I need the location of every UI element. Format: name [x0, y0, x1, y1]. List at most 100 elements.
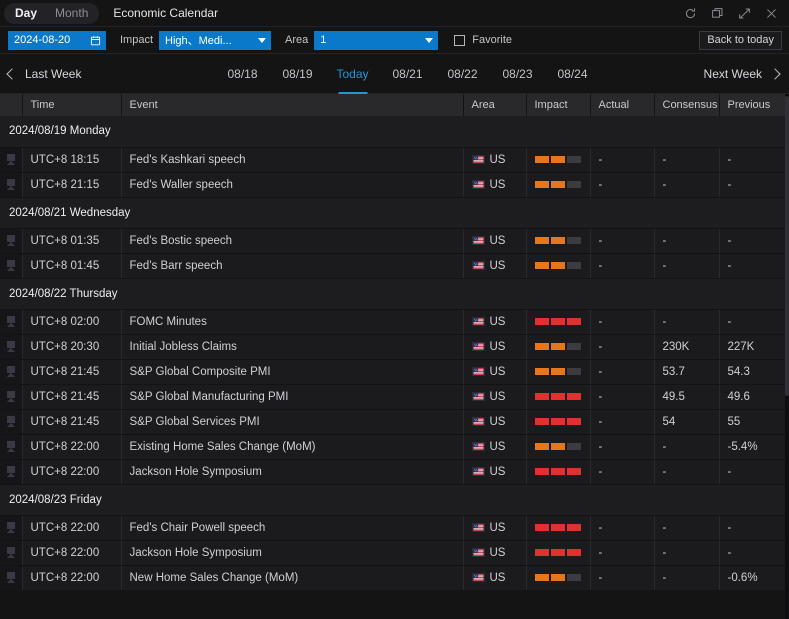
- column-header-consensus[interactable]: Consensus: [654, 94, 719, 116]
- cell-event[interactable]: Jackson Hole Symposium: [121, 459, 463, 484]
- table-row[interactable]: UTC+8 22:00Fed's Chair Powell speechUS--…: [0, 515, 789, 540]
- day-tab-08-22[interactable]: 08/22: [435, 54, 490, 94]
- column-header-previous[interactable]: Previous: [719, 94, 789, 116]
- impact-indicator-high: [535, 410, 590, 434]
- bookmark-icon[interactable]: [7, 391, 15, 402]
- area-filter-label: Area: [285, 34, 308, 46]
- cell-event[interactable]: Initial Jobless Claims: [121, 334, 463, 359]
- favorite-toggle-cell[interactable]: [0, 384, 22, 409]
- table-row[interactable]: UTC+8 02:00FOMC MinutesUS---: [0, 309, 789, 334]
- cell-event[interactable]: Fed's Waller speech: [121, 172, 463, 197]
- table-row[interactable]: UTC+8 20:30Initial Jobless ClaimsUS-230K…: [0, 334, 789, 359]
- impact-filter-dropdown[interactable]: High、Medi...: [159, 31, 271, 50]
- column-header-actual[interactable]: Actual: [590, 94, 654, 116]
- table-row[interactable]: UTC+8 22:00Jackson Hole SymposiumUS---: [0, 459, 789, 484]
- bookmark-icon[interactable]: [7, 341, 15, 352]
- favorite-checkbox[interactable]: [454, 35, 465, 46]
- favorite-toggle-cell[interactable]: [0, 515, 22, 540]
- table-row[interactable]: UTC+8 21:45S&P Global Manufacturing PMIU…: [0, 384, 789, 409]
- back-to-today-button[interactable]: Back to today: [699, 31, 782, 50]
- last-week-button[interactable]: Last Week: [8, 67, 81, 81]
- restore-window-icon[interactable]: [711, 7, 724, 20]
- table-row[interactable]: UTC+8 21:45S&P Global Services PMIUS-545…: [0, 409, 789, 434]
- cell-actual: -: [590, 334, 654, 359]
- bookmark-icon[interactable]: [7, 366, 15, 377]
- table-row[interactable]: UTC+8 01:45Fed's Barr speechUS---: [0, 253, 789, 278]
- favorite-toggle-cell[interactable]: [0, 228, 22, 253]
- cell-event[interactable]: Fed's Kashkari speech: [121, 147, 463, 172]
- us-flag-icon: [472, 342, 485, 351]
- impact-bar: [567, 524, 581, 531]
- table-row[interactable]: UTC+8 01:35Fed's Bostic speechUS---: [0, 228, 789, 253]
- table-row[interactable]: UTC+8 21:15Fed's Waller speechUS---: [0, 172, 789, 197]
- favorite-toggle-cell[interactable]: [0, 334, 22, 359]
- favorite-toggle-cell[interactable]: [0, 172, 22, 197]
- bookmark-icon[interactable]: [7, 260, 15, 271]
- view-tab-month[interactable]: Month: [46, 3, 97, 24]
- favorite-toggle-cell[interactable]: [0, 459, 22, 484]
- bookmark-icon[interactable]: [7, 179, 15, 190]
- area-filter-dropdown[interactable]: 1: [314, 31, 438, 50]
- favorite-filter[interactable]: Favorite: [454, 34, 512, 46]
- bookmark-icon[interactable]: [7, 547, 15, 558]
- date-picker[interactable]: 2024-08-20: [8, 31, 106, 50]
- cell-previous: -: [719, 228, 789, 253]
- bookmark-icon[interactable]: [7, 466, 15, 477]
- table-row[interactable]: UTC+8 22:00Jackson Hole SymposiumUS---: [0, 540, 789, 565]
- impact-bar: [551, 393, 565, 400]
- favorite-toggle-cell[interactable]: [0, 359, 22, 384]
- column-header-event[interactable]: Event: [121, 94, 463, 116]
- cell-event[interactable]: FOMC Minutes: [121, 309, 463, 334]
- view-tab-day[interactable]: Day: [6, 3, 46, 24]
- favorite-toggle-cell[interactable]: [0, 565, 22, 590]
- table-row[interactable]: UTC+8 22:00New Home Sales Change (MoM)US…: [0, 565, 789, 590]
- day-tab-08-23[interactable]: 08/23: [490, 54, 545, 94]
- bookmark-icon[interactable]: [7, 522, 15, 533]
- bookmark-icon[interactable]: [7, 572, 15, 583]
- cell-event[interactable]: New Home Sales Change (MoM): [121, 565, 463, 590]
- bookmark-icon[interactable]: [7, 441, 15, 452]
- favorite-toggle-cell[interactable]: [0, 434, 22, 459]
- cell-previous: -: [719, 459, 789, 484]
- cell-event[interactable]: Existing Home Sales Change (MoM): [121, 434, 463, 459]
- refresh-icon[interactable]: [684, 7, 697, 20]
- day-tab-08-18[interactable]: 08/18: [215, 54, 270, 94]
- column-header-favorite[interactable]: [0, 94, 22, 116]
- cell-previous: -: [719, 540, 789, 565]
- favorite-toggle-cell[interactable]: [0, 409, 22, 434]
- cell-event[interactable]: Fed's Barr speech: [121, 253, 463, 278]
- day-tab-08-24[interactable]: 08/24: [545, 54, 600, 94]
- day-tab-08-19[interactable]: 08/19: [270, 54, 325, 94]
- impact-bar: [567, 237, 581, 244]
- day-tab-08-21[interactable]: 08/21: [380, 54, 435, 94]
- table-row[interactable]: UTC+8 22:00Existing Home Sales Change (M…: [0, 434, 789, 459]
- close-icon[interactable]: [765, 7, 778, 20]
- column-header-area[interactable]: Area: [463, 94, 526, 116]
- bookmark-icon[interactable]: [7, 235, 15, 246]
- cell-event[interactable]: S&P Global Manufacturing PMI: [121, 384, 463, 409]
- table-row[interactable]: UTC+8 21:45S&P Global Composite PMIUS-53…: [0, 359, 789, 384]
- cell-event[interactable]: S&P Global Composite PMI: [121, 359, 463, 384]
- table-row[interactable]: UTC+8 18:15Fed's Kashkari speechUS---: [0, 147, 789, 172]
- column-header-time[interactable]: Time: [22, 94, 121, 116]
- cell-event[interactable]: Fed's Bostic speech: [121, 228, 463, 253]
- column-header-impact[interactable]: Impact: [526, 94, 590, 116]
- cell-event[interactable]: Jackson Hole Symposium: [121, 540, 463, 565]
- cell-event[interactable]: Fed's Chair Powell speech: [121, 515, 463, 540]
- vertical-scrollbar-thumb[interactable]: [785, 96, 789, 396]
- cell-impact: [526, 384, 590, 409]
- cell-time: UTC+8 22:00: [22, 540, 121, 565]
- cell-event[interactable]: S&P Global Services PMI: [121, 409, 463, 434]
- bookmark-icon[interactable]: [7, 416, 15, 427]
- impact-bar: [551, 574, 565, 581]
- favorite-toggle-cell[interactable]: [0, 309, 22, 334]
- next-week-button[interactable]: Next Week: [704, 67, 779, 81]
- day-tab-today[interactable]: Today: [325, 54, 380, 94]
- vertical-scrollbar[interactable]: [785, 94, 789, 619]
- favorite-toggle-cell[interactable]: [0, 253, 22, 278]
- favorite-toggle-cell[interactable]: [0, 540, 22, 565]
- bookmark-icon[interactable]: [7, 154, 15, 165]
- favorite-toggle-cell[interactable]: [0, 147, 22, 172]
- expand-icon[interactable]: [738, 7, 751, 20]
- bookmark-icon[interactable]: [7, 316, 15, 327]
